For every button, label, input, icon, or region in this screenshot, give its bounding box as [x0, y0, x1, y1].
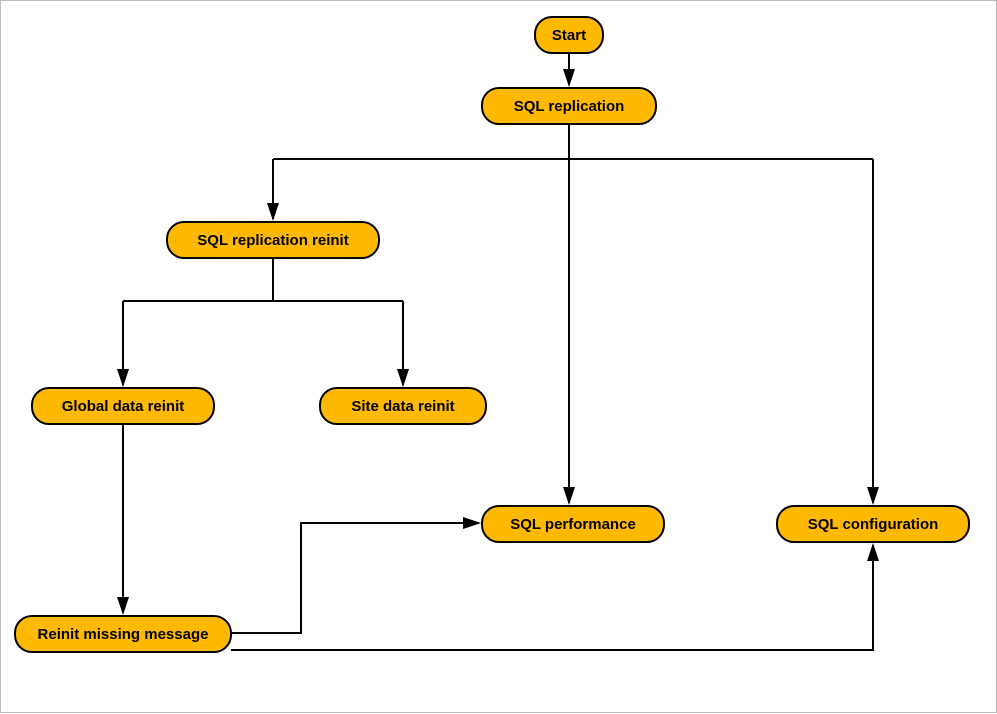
edge-reinit-branch [123, 259, 403, 385]
flowchart-canvas: Start SQL replication SQL replication re… [0, 0, 997, 713]
node-label: SQL performance [510, 516, 636, 533]
node-label: Start [552, 27, 586, 44]
edge-reinit-missing-to-sql-configuration [231, 545, 873, 650]
node-reinit-missing-message: Reinit missing message [14, 615, 232, 653]
node-label: Site data reinit [351, 398, 454, 415]
edge-sql-replication-branch [273, 125, 873, 503]
edge-reinit-missing-to-sql-performance [231, 523, 479, 633]
node-label: SQL replication [514, 98, 625, 115]
node-sql-performance: SQL performance [481, 505, 665, 543]
node-label: Global data reinit [62, 398, 185, 415]
node-sql-configuration: SQL configuration [776, 505, 970, 543]
node-sql-replication-reinit: SQL replication reinit [166, 221, 380, 259]
node-label: Reinit missing message [38, 626, 209, 643]
node-global-data-reinit: Global data reinit [31, 387, 215, 425]
node-start: Start [534, 16, 604, 54]
node-label: SQL replication reinit [197, 232, 348, 249]
node-label: SQL configuration [808, 516, 939, 533]
node-sql-replication: SQL replication [481, 87, 657, 125]
node-site-data-reinit: Site data reinit [319, 387, 487, 425]
